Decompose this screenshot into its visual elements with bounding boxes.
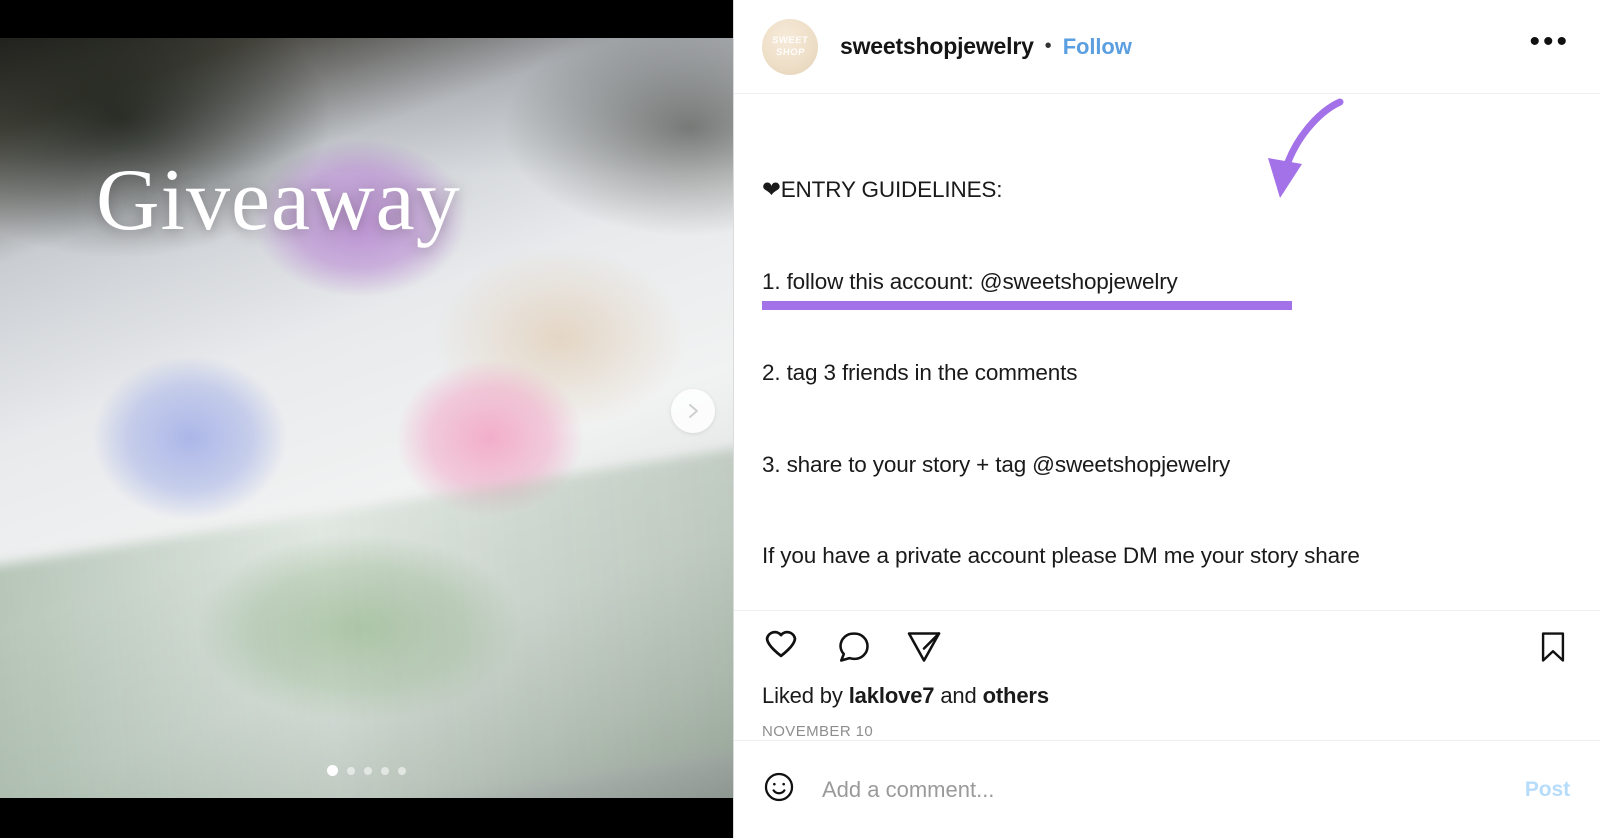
avatar[interactable]: SWEET SHOP: [762, 18, 818, 75]
likes-middle: and: [940, 683, 977, 708]
caption-scroll-area[interactable]: ❤ENTRY GUIDELINES: 1. follow this accoun…: [734, 94, 1600, 611]
caption-line-3: 2. tag 3 friends in the comments: [762, 360, 1078, 385]
caption-line-5: If you have a private account please DM …: [762, 543, 1360, 568]
likes-others[interactable]: others: [983, 683, 1049, 708]
post-details-panel: SWEET SHOP sweetshopjewelry • Follow •••…: [733, 0, 1600, 838]
bookmark-icon[interactable]: [1536, 630, 1570, 664]
carousel-next-button[interactable]: [671, 389, 715, 433]
post-comment-button[interactable]: Post: [1525, 778, 1570, 802]
paper-plane-icon[interactable]: [906, 629, 942, 665]
carousel-dots[interactable]: [0, 765, 733, 776]
carousel-dot-4[interactable]: [381, 766, 389, 775]
comment-input[interactable]: [822, 776, 1525, 803]
carousel-dot-1[interactable]: [327, 765, 338, 776]
follow-button[interactable]: Follow: [1063, 34, 1132, 60]
chevron-right-icon: [683, 401, 703, 421]
post-action-bar: [734, 611, 1600, 683]
heart-icon[interactable]: [762, 628, 800, 666]
likes-prefix: Liked by: [762, 683, 843, 708]
post-caption: ❤ENTRY GUIDELINES: 1. follow this accoun…: [762, 114, 1572, 610]
post-media-panel[interactable]: Giveaway: [0, 0, 733, 838]
post-header: SWEET SHOP sweetshopjewelry • Follow •••: [734, 0, 1600, 94]
smiley-face-icon[interactable]: [762, 770, 796, 809]
more-options-icon[interactable]: •••: [1529, 26, 1570, 58]
carousel-dot-3[interactable]: [364, 766, 372, 775]
carousel-dot-5[interactable]: [398, 766, 406, 775]
giveaway-overlay-text: Giveaway: [96, 152, 461, 249]
avatar-label-line2: SHOP: [774, 46, 806, 58]
carousel-dot-2[interactable]: [347, 766, 355, 775]
likes-username[interactable]: laklove7: [849, 683, 935, 708]
caption-line-1: ❤ENTRY GUIDELINES:: [762, 177, 1003, 202]
letterbox-bar-bottom: [0, 798, 733, 838]
header-separator: •: [1044, 35, 1052, 57]
caption-line-4: 3. share to your story + tag @sweetshopj…: [762, 451, 1231, 477]
comment-input-bar: Post: [734, 740, 1600, 838]
caption-line-2: 1. follow this account: @sweetshopjewelr…: [762, 268, 1178, 294]
account-username[interactable]: sweetshopjewelry: [840, 33, 1034, 60]
instagram-post: Giveaway SWEET SHOP sweetshopjewelry • F…: [0, 0, 1600, 838]
likes-summary: Liked by laklove7 and others: [734, 683, 1600, 709]
comment-bubble-icon[interactable]: [836, 629, 872, 665]
post-date: NOVEMBER 10: [762, 723, 874, 740]
avatar-label-line1: SWEET: [771, 35, 809, 47]
letterbox-bar-top: [0, 0, 733, 38]
